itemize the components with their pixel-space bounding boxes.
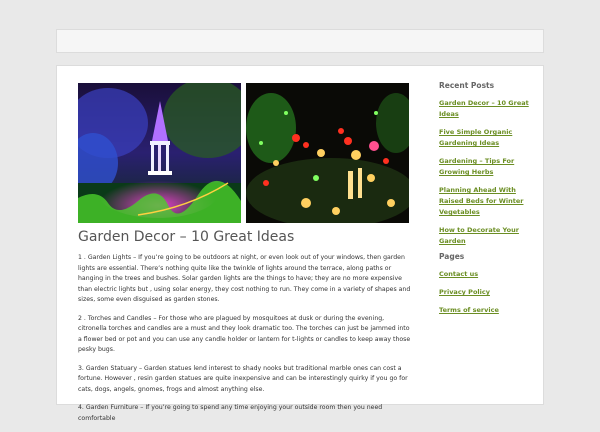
list-item: Five Simple Organic Gardening Ideas xyxy=(439,125,539,147)
post-body: 1 . Garden Lights – If you’re going to b… xyxy=(78,253,412,432)
garden-lights-night-photo xyxy=(246,83,409,223)
recent-post-link[interactable]: Garden Decor – 10 Great Ideas xyxy=(439,99,529,118)
list-item: Contact us xyxy=(439,267,539,278)
page-link-terms[interactable]: Terms of service xyxy=(439,306,499,314)
post-paragraph: 4. Garden Furniture – If you’re going to… xyxy=(78,404,383,422)
post-paragraph: 2 . Torches and Candles – For those who … xyxy=(78,314,411,354)
content-panel: Garden Decor – 10 Great Ideas 1 . Garden… xyxy=(56,65,544,422)
list-item: How to Decorate Your Garden xyxy=(439,223,539,245)
post-paragraph: 3. Garden Statuary – Garden statues lend… xyxy=(78,364,408,393)
list-item: Terms of service xyxy=(439,303,539,314)
pages-list: Contact us Privacy Policy Terms of servi… xyxy=(439,267,539,314)
page-link-contact[interactable]: Contact us xyxy=(439,270,478,278)
recent-post-link[interactable]: How to Decorate Your Garden xyxy=(439,226,519,245)
post-paragraph: 1 . Garden Lights – If you’re going to b… xyxy=(78,254,411,303)
recent-post-link[interactable]: Planning Ahead With Raised Beds for Wint… xyxy=(439,186,523,216)
recent-post-link[interactable]: Gardening – Tips For Growing Herbs xyxy=(439,157,514,176)
recent-posts-heading: Recent Posts xyxy=(439,81,495,90)
list-item: Privacy Policy xyxy=(439,285,539,296)
site-header-bar xyxy=(56,29,544,53)
page-link-privacy[interactable]: Privacy Policy xyxy=(439,288,490,296)
list-item: Garden Decor – 10 Great Ideas xyxy=(439,96,539,118)
recent-post-link[interactable]: Five Simple Organic Gardening Ideas xyxy=(439,128,512,147)
post-title: Garden Decor – 10 Great Ideas xyxy=(78,229,295,245)
list-item: Gardening – Tips For Growing Herbs xyxy=(439,154,539,176)
pages-heading: Pages xyxy=(439,252,465,261)
garden-lights-gazebo-photo xyxy=(78,83,241,223)
sidebar: Recent Posts Garden Decor – 10 Great Ide… xyxy=(439,81,539,321)
recent-posts-list: Garden Decor – 10 Great Ideas Five Simpl… xyxy=(439,96,539,245)
list-item: Planning Ahead With Raised Beds for Wint… xyxy=(439,183,539,216)
